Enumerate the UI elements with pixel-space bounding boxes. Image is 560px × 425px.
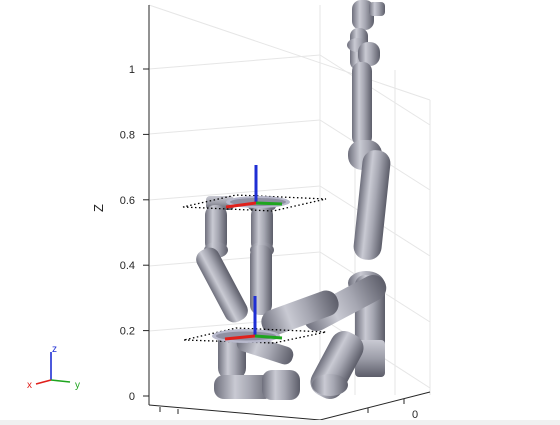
z-tick-label: 1: [129, 64, 135, 76]
z-tick-label: 0.2: [120, 326, 135, 338]
triad-x-axis: [35, 379, 52, 385]
orientation-triad: z x y: [27, 344, 80, 391]
3d-axes[interactable]: 1 0.8 0.6 0.4 0.2 0 Z 0 z x y: [0, 0, 560, 421]
axes-grid: [148, 4, 431, 395]
z-tick-label: 0.6: [120, 195, 135, 207]
z-axis-label: Z: [91, 204, 106, 212]
x-tick-label: 0: [412, 409, 418, 420]
z-tick-label: 0.4: [120, 260, 135, 272]
triad-y-label: y: [75, 380, 80, 391]
figure-canvas: 1 0.8 0.6 0.4 0.2 0 Z 0 z x y: [0, 0, 560, 421]
z-axis: 1 0.8 0.6 0.4 0.2 0 Z: [91, 5, 150, 405]
triad-z-label: z: [52, 344, 57, 355]
z-tick-label: 0.8: [120, 129, 135, 141]
frame-y-axis: [255, 201, 283, 206]
frame-y-axis: [254, 334, 283, 340]
target-frame-upper[interactable]: [182, 165, 327, 212]
triad-x-label: x: [27, 380, 32, 391]
z-tick-label: 0: [129, 391, 135, 403]
triad-y-axis: [50, 379, 71, 383]
z-tick-group: 1 0.8 0.6 0.4 0.2 0: [120, 64, 149, 403]
